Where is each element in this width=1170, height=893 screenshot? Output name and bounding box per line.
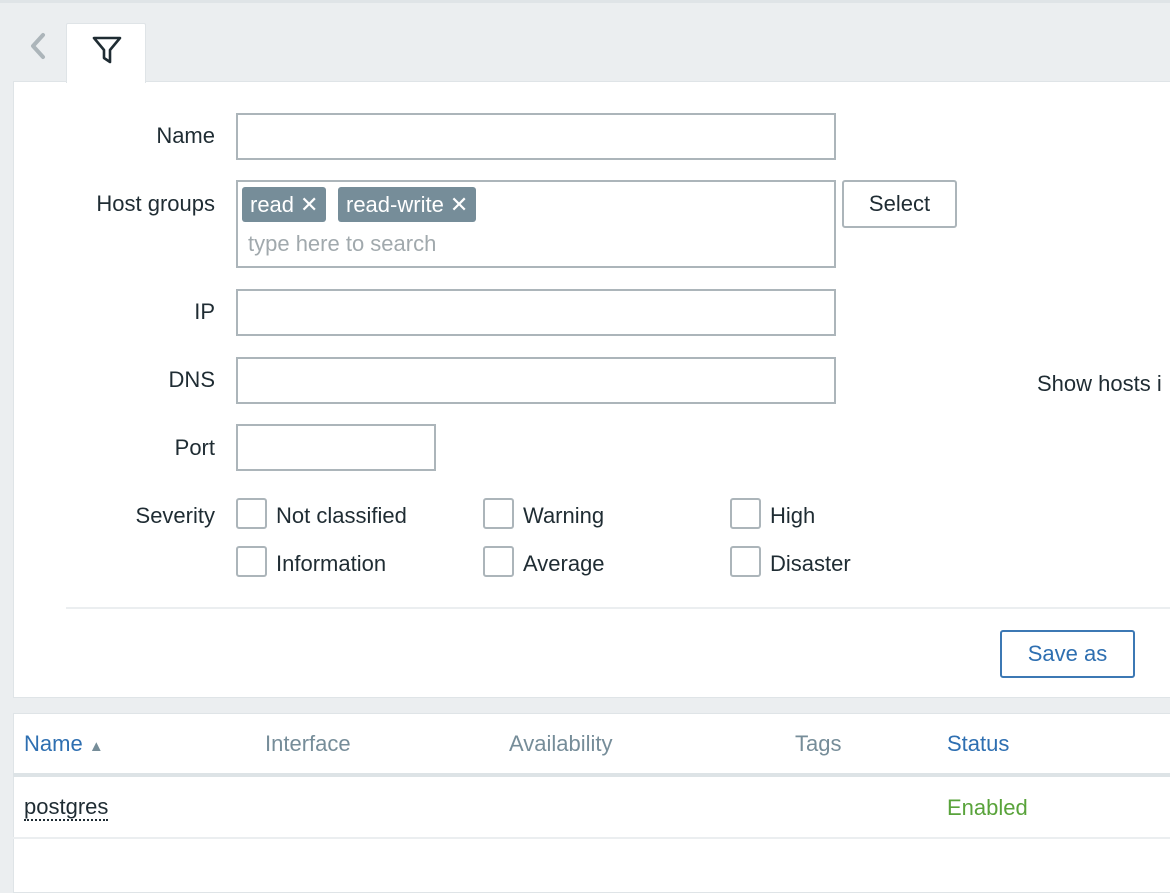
column-header-name[interactable]: Name ▲ [24, 731, 104, 760]
filter-icon [92, 36, 122, 64]
checkbox-label: Average [523, 551, 605, 576]
tab-filter[interactable] [66, 23, 146, 83]
save-as-button[interactable]: Save as [1000, 630, 1135, 678]
name-label: Name [156, 123, 215, 148]
host-groups-search-placeholder[interactable]: type here to search [248, 231, 436, 257]
divider [66, 607, 1170, 609]
chip-read: read ✕ [242, 187, 327, 222]
name-input[interactable] [236, 113, 836, 160]
ip-input[interactable] [236, 289, 836, 336]
checkbox-warning[interactable] [483, 498, 514, 529]
checkbox-label: Information [276, 551, 387, 576]
dns-input[interactable] [236, 357, 836, 404]
checkbox-information[interactable] [236, 546, 267, 577]
ip-label: IP [194, 299, 215, 324]
remove-chip-icon[interactable]: ✕ [300, 192, 318, 217]
top-border [0, 0, 1170, 3]
select-button[interactable]: Select [842, 180, 957, 228]
port-input[interactable] [236, 424, 436, 471]
remove-chip-icon[interactable]: ✕ [450, 192, 468, 217]
sort-asc-icon: ▲ [88, 738, 104, 755]
column-header-interface: Interface [265, 731, 351, 756]
checkbox-label: Not classified [276, 503, 407, 528]
severity-label: Severity [135, 503, 215, 528]
checkbox-disaster[interactable] [730, 546, 761, 577]
host-name-link[interactable]: postgres [24, 795, 109, 821]
show-hosts-label: Show hosts i [1037, 371, 1162, 396]
dns-label: DNS [168, 367, 215, 392]
checkbox-label: Warning [523, 503, 605, 528]
checkbox-high[interactable] [730, 498, 761, 529]
checkbox-label: Disaster [770, 551, 851, 576]
chip-read-write: read-write ✕ [338, 187, 477, 222]
row-divider [13, 837, 1170, 839]
column-header-status[interactable]: Status [947, 731, 1009, 757]
column-header-availability: Availability [509, 731, 613, 756]
checkbox-label: High [770, 503, 816, 528]
header-divider [13, 773, 1170, 777]
status-enabled[interactable]: Enabled [947, 795, 1028, 821]
column-header-tags: Tags [795, 731, 842, 756]
chevron-left-icon[interactable] [26, 30, 50, 64]
port-label: Port [174, 435, 215, 460]
checkbox-not-classified[interactable] [236, 498, 267, 529]
host-groups-label: Host groups [96, 191, 215, 216]
checkbox-average[interactable] [483, 546, 514, 577]
